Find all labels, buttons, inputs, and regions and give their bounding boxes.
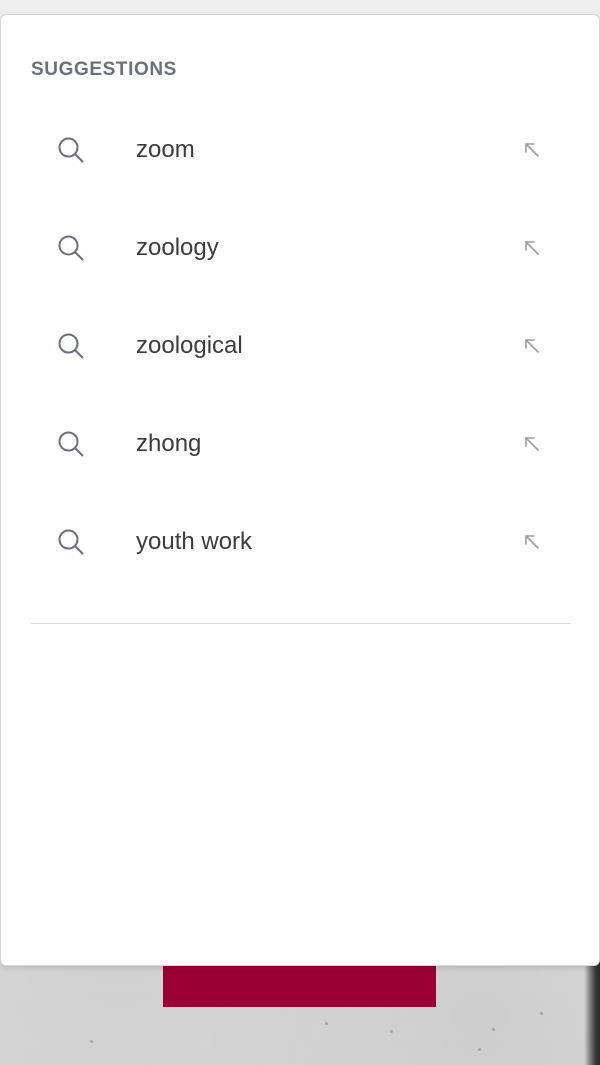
- suggestions-heading: SUGGESTIONS: [31, 59, 177, 80]
- suggestion-label: zoology: [136, 234, 219, 261]
- suggestion-item[interactable]: zoom: [31, 101, 571, 199]
- suggestion-label: zoological: [136, 332, 243, 359]
- arrow-up-left-icon[interactable]: [523, 239, 541, 257]
- texture-dot: [325, 1022, 328, 1025]
- suggestion-item[interactable]: zoology: [31, 199, 571, 297]
- arrow-up-left-icon[interactable]: [523, 533, 541, 551]
- suggestion-item[interactable]: youth work: [31, 493, 571, 591]
- texture-dot: [90, 1040, 93, 1043]
- search-icon: [58, 333, 84, 359]
- red-banner-block: [163, 960, 436, 1007]
- suggestion-label: zoom: [136, 136, 195, 163]
- arrow-up-left-icon[interactable]: [523, 435, 541, 453]
- suggestion-label: zhong: [136, 430, 202, 457]
- suggestion-label: youth work: [136, 528, 253, 555]
- suggestions-dropdown: SUGGESTIONS zoom zoology zoological zhon…: [0, 14, 600, 966]
- search-icon: [58, 529, 84, 555]
- search-icon: [58, 235, 84, 261]
- arrow-up-left-icon[interactable]: [523, 141, 541, 159]
- arrow-up-left-icon[interactable]: [523, 337, 541, 355]
- texture-dot: [390, 1030, 393, 1033]
- texture-dot: [492, 1028, 495, 1031]
- background-image-edge: [584, 960, 600, 1065]
- suggestion-item[interactable]: zoological: [31, 297, 571, 395]
- divider: [31, 623, 571, 624]
- suggestion-list: zoom zoology zoological zhong youth work: [31, 101, 571, 591]
- texture-dot: [478, 1048, 481, 1051]
- texture-dot: [540, 1012, 543, 1015]
- suggestion-item[interactable]: zhong: [31, 395, 571, 493]
- search-icon: [58, 137, 84, 163]
- search-icon: [58, 431, 84, 457]
